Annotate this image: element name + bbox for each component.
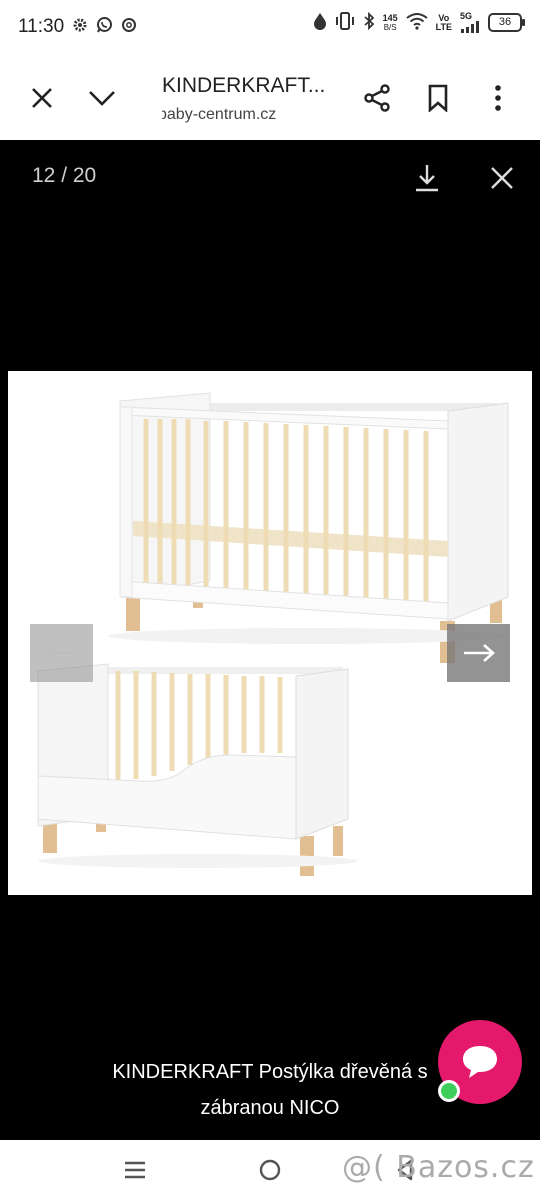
menu-lines-icon (125, 1161, 145, 1179)
page-url: baby-centrum.cz (162, 106, 292, 124)
recent-apps-button[interactable] (115, 1152, 155, 1188)
next-image-button[interactable] (447, 624, 510, 682)
wifi-icon (406, 12, 428, 33)
page-title: KINDERKRAFT... (162, 74, 326, 97)
browser-toolbar: KINDERKRAFT... baby-centrum.cz (0, 56, 540, 141)
whatsapp-icon (96, 16, 113, 38)
bookmark-icon[interactable] (418, 78, 458, 118)
clock: 11:30 (18, 16, 65, 37)
bluetooth-icon (363, 11, 375, 33)
close-icon[interactable] (22, 78, 62, 118)
share-icon[interactable] (357, 78, 397, 118)
settings-icon (121, 17, 137, 38)
vibrate-icon (335, 12, 355, 33)
online-status-dot (438, 1080, 460, 1102)
net-speed-unit: B/S (383, 22, 397, 32)
chat-bubble-icon (463, 1046, 497, 1078)
image-counter: 12 / 20 (32, 164, 97, 187)
more-options-icon[interactable] (478, 78, 518, 118)
home-button[interactable] (250, 1152, 290, 1188)
arrow-right-icon (463, 644, 495, 662)
gear-icon (72, 17, 88, 38)
network-type: 5G (460, 11, 473, 21)
net-speed-value: 145 (382, 12, 398, 23)
net-speed: 145 B/S (382, 12, 398, 32)
close-viewer-icon[interactable] (484, 160, 520, 196)
previous-image-button[interactable] (30, 624, 93, 682)
volte-indicator: Vo LTE (435, 13, 452, 32)
status-bar: 11:30 145 B/S Vo LTE 5G 36 (0, 0, 540, 56)
volte-bottom: LTE (435, 21, 452, 32)
signal-indicator: 5G (460, 12, 480, 33)
battery-indicator: 36 (488, 13, 525, 32)
navigation-bar: @( Bazos.cz (0, 1140, 540, 1200)
download-icon[interactable] (409, 160, 445, 196)
watermark: @( Bazos.cz (342, 1150, 535, 1185)
chevron-down-icon[interactable] (82, 78, 122, 118)
arrow-left-icon (45, 644, 77, 662)
page-url-text: baby-centrum.cz (162, 106, 277, 123)
image-viewer: 12 / 20 KINDERKRAFT Postýlka dřevěná s z… (0, 140, 540, 1140)
signal-bars-icon (461, 21, 479, 33)
data-saver-icon (313, 12, 327, 33)
home-circle-icon (259, 1159, 281, 1181)
